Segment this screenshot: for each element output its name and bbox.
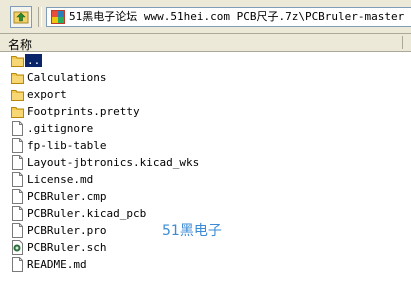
file-name: Layout-jbtronics.kicad_wks <box>27 156 200 169</box>
file-icon <box>11 206 24 221</box>
folder-icon <box>11 104 24 119</box>
file-row[interactable]: Layout-jbtronics.kicad_wks <box>0 154 411 171</box>
file-name: PCBRuler.cmp <box>27 190 107 203</box>
file-icon <box>11 257 24 272</box>
file-name: Calculations <box>27 71 107 84</box>
archive-icon <box>51 10 65 24</box>
file-row[interactable]: fp-lib-table <box>0 137 411 154</box>
file-name: Footprints.pretty <box>27 105 140 118</box>
column-header: 名称 <box>0 34 411 52</box>
file-row[interactable]: PCBRuler.sch <box>0 239 411 256</box>
column-resize-handle[interactable] <box>402 36 403 49</box>
folder-icon <box>11 70 24 85</box>
file-icon <box>11 223 24 238</box>
address-field[interactable]: 51黑电子论坛 www.51hei.com PCB尺子.7z\PCBruler-… <box>46 7 411 27</box>
schematic-file-icon <box>11 240 24 255</box>
column-header-name[interactable]: 名称 <box>8 36 32 53</box>
folder-icon <box>11 87 24 102</box>
file-icon <box>11 189 24 204</box>
file-row[interactable]: PCBRuler.cmp <box>0 188 411 205</box>
file-icon <box>11 121 24 136</box>
file-name: PCBRuler.kicad_pcb <box>27 207 147 220</box>
file-name: .gitignore <box>27 122 94 135</box>
file-icon <box>11 155 24 170</box>
file-row[interactable]: License.md <box>0 171 411 188</box>
file-row[interactable]: Footprints.pretty <box>0 103 411 120</box>
parent-folder-icon <box>11 53 24 68</box>
file-icon <box>11 138 24 153</box>
file-name: .. <box>25 54 43 67</box>
file-row[interactable]: .. <box>0 52 411 69</box>
file-name: fp-lib-table <box>27 139 107 152</box>
file-icon <box>11 172 24 187</box>
file-name: export <box>27 88 67 101</box>
file-name: PCBRuler.sch <box>27 241 107 254</box>
file-name: README.md <box>27 258 87 271</box>
file-row[interactable]: export <box>0 86 411 103</box>
toolbar-separator <box>38 7 42 27</box>
file-row[interactable]: Calculations <box>0 69 411 86</box>
file-row[interactable]: README.md <box>0 256 411 273</box>
address-toolbar: 51黑电子论坛 www.51hei.com PCB尺子.7z\PCBruler-… <box>0 0 411 34</box>
watermark: 51黑电子 <box>162 223 222 239</box>
address-path: 51黑电子论坛 www.51hei.com PCB尺子.7z\PCBruler-… <box>69 10 411 23</box>
file-row[interactable]: .gitignore <box>0 120 411 137</box>
file-name: PCBRuler.pro <box>27 224 107 237</box>
file-name: License.md <box>27 173 94 186</box>
up-folder-button[interactable] <box>10 6 32 28</box>
up-arrow-icon <box>13 11 29 24</box>
